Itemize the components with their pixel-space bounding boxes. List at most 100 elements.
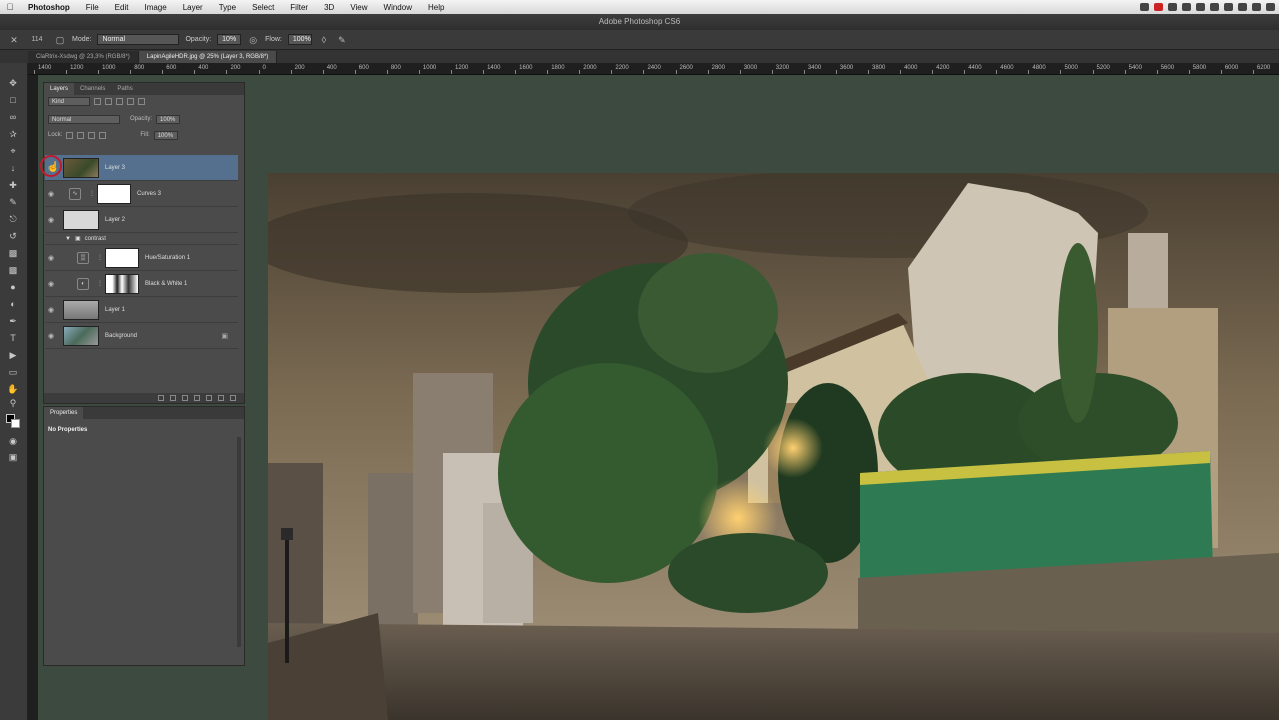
gradient-tool-icon[interactable]: ▩ bbox=[6, 264, 20, 277]
layer-mask-thumbnail[interactable] bbox=[105, 247, 139, 268]
quick-select-tool-icon[interactable]: ✰ bbox=[6, 128, 20, 141]
tab-properties[interactable]: Properties bbox=[44, 407, 84, 419]
visibility-eye-icon[interactable]: ◉ bbox=[45, 280, 57, 288]
alert-icon[interactable] bbox=[1154, 3, 1163, 11]
layer-row-black-white-1[interactable]: ◉ ◐ ⋮ Black & White 1 bbox=[45, 271, 238, 297]
brush-tool-icon[interactable]: ✎ bbox=[6, 196, 20, 209]
pressure-opacity-icon[interactable]: ◎ bbox=[247, 34, 259, 46]
menu-help[interactable]: Help bbox=[420, 3, 452, 12]
group-row-contrast[interactable]: ▼ ▣ contrast bbox=[45, 233, 238, 245]
flag-icon[interactable] bbox=[1238, 3, 1247, 11]
shape-tool-icon[interactable]: ▭ bbox=[6, 366, 20, 379]
lock-image-icon[interactable] bbox=[77, 131, 85, 139]
shape-filter-icon[interactable] bbox=[127, 97, 134, 105]
layer-mask-thumbnail[interactable] bbox=[97, 183, 131, 204]
blend-mode-select[interactable]: Normal bbox=[48, 114, 120, 124]
smart-object-filter-icon[interactable] bbox=[138, 97, 145, 105]
layer-row-layer-1[interactable]: ◉ Layer 1 bbox=[45, 297, 238, 323]
tab-document-1[interactable]: ClaRtrix-Xsdwg @ 23,3% (RGB/8*) bbox=[28, 51, 139, 63]
layer-mask-thumbnail[interactable] bbox=[105, 273, 139, 294]
background-color-swatch[interactable] bbox=[11, 419, 20, 428]
layer-row-curves-3[interactable]: ◉ ∿ ⋮ Curves 3 bbox=[45, 181, 238, 207]
group-name[interactable]: contrast bbox=[85, 236, 106, 242]
menu-view[interactable]: View bbox=[342, 3, 375, 12]
add-mask-icon[interactable] bbox=[182, 395, 188, 401]
lock-all-icon[interactable] bbox=[99, 131, 107, 139]
brush-size-preview[interactable]: 114 bbox=[26, 34, 48, 46]
menu-file[interactable]: File bbox=[78, 3, 107, 12]
brush-panel-icon[interactable]: ▢ bbox=[54, 34, 66, 46]
visibility-eye-icon[interactable]: ◉ bbox=[45, 216, 57, 224]
menu-filter[interactable]: Filter bbox=[282, 3, 316, 12]
opacity-field[interactable]: 10% bbox=[217, 34, 242, 45]
lock-position-icon[interactable] bbox=[88, 131, 96, 139]
type-tool-icon[interactable]: T bbox=[6, 332, 20, 345]
type-filter-icon[interactable] bbox=[116, 97, 123, 105]
tab-channels[interactable]: Channels bbox=[74, 83, 111, 95]
adjustment-filter-icon[interactable] bbox=[105, 97, 112, 105]
pressure-size-icon[interactable]: ✎ bbox=[336, 34, 348, 46]
move-tool-icon[interactable]: ✥ bbox=[6, 77, 20, 90]
crop-tool-icon[interactable]: ⌖ bbox=[6, 145, 20, 158]
battery-icon[interactable] bbox=[1224, 3, 1233, 11]
kind-filter-select[interactable]: Kind bbox=[48, 96, 90, 106]
layer-row-layer-3[interactable]: ◉ Layer 3 bbox=[45, 155, 238, 181]
visibility-eye-icon[interactable]: ◉ bbox=[45, 306, 57, 314]
clone-stamp-tool-icon[interactable]: ⎋ bbox=[6, 213, 20, 226]
new-layer-icon[interactable] bbox=[218, 395, 224, 401]
layer-name[interactable]: Background bbox=[105, 333, 137, 339]
wifi-icon[interactable] bbox=[1196, 3, 1205, 11]
tab-document-2[interactable]: LapinAgileHDR.jpg @ 25% (Layer 3, RGB/8*… bbox=[138, 51, 278, 63]
volume-icon[interactable] bbox=[1210, 3, 1219, 11]
layer-row-hue-saturation-1[interactable]: ◉ ▒ ⋮ Hue/Saturation 1 bbox=[45, 245, 238, 271]
menu-3d[interactable]: 3D bbox=[316, 3, 342, 12]
layer-name[interactable]: Hue/Saturation 1 bbox=[145, 255, 190, 261]
mode-select[interactable]: Normal bbox=[97, 34, 180, 45]
pen-tool-icon[interactable]: ✒ bbox=[6, 315, 20, 328]
fill-field[interactable]: 100% bbox=[153, 130, 178, 140]
new-adjustment-icon[interactable] bbox=[194, 395, 200, 401]
layer-name[interactable]: Layer 3 bbox=[105, 165, 125, 171]
layer-name[interactable]: Layer 1 bbox=[105, 307, 125, 313]
visibility-eye-icon[interactable]: ◉ bbox=[45, 190, 57, 198]
layer-row-layer-2[interactable]: ◉ Layer 2 bbox=[45, 207, 238, 233]
tab-paths[interactable]: Paths bbox=[111, 83, 138, 95]
dodge-tool-icon[interactable]: ◐ bbox=[6, 298, 20, 311]
history-brush-tool-icon[interactable]: ↺ bbox=[6, 230, 20, 243]
marquee-tool-icon[interactable]: □ bbox=[6, 94, 20, 107]
visibility-eye-icon[interactable]: ◉ bbox=[45, 332, 57, 340]
brush-tool-icon[interactable]: ✕ bbox=[8, 34, 20, 46]
menu-image[interactable]: Image bbox=[136, 3, 174, 12]
properties-scrollbar[interactable] bbox=[237, 437, 241, 647]
path-select-tool-icon[interactable]: ▶ bbox=[6, 349, 20, 362]
group-expand-icon[interactable]: ▼ bbox=[65, 236, 71, 242]
link-layers-icon[interactable] bbox=[158, 395, 164, 401]
apple-menu-icon[interactable]:  bbox=[0, 2, 20, 12]
hand-tool-icon[interactable]: ✋ bbox=[6, 383, 20, 396]
menu-layer[interactable]: Layer bbox=[175, 3, 211, 12]
menu-edit[interactable]: Edit bbox=[107, 3, 137, 12]
blur-tool-icon[interactable]: ● bbox=[6, 281, 20, 294]
time-machine-icon[interactable] bbox=[1168, 3, 1177, 11]
layer-style-icon[interactable] bbox=[170, 395, 176, 401]
eyedropper-tool-icon[interactable]: ↓ bbox=[6, 162, 20, 175]
quick-mask-icon[interactable]: ◉ bbox=[6, 435, 20, 448]
healing-tool-icon[interactable]: ✚ bbox=[6, 179, 20, 192]
tab-layers[interactable]: Layers bbox=[44, 83, 75, 95]
lock-pixels-icon[interactable] bbox=[66, 131, 74, 139]
menu-photoshop[interactable]: Photoshop bbox=[20, 3, 78, 12]
eraser-tool-icon[interactable]: ▩ bbox=[6, 247, 20, 260]
visibility-eye-icon[interactable]: ◉ bbox=[45, 254, 57, 262]
trash-icon[interactable] bbox=[230, 395, 236, 401]
pixel-filter-icon[interactable] bbox=[94, 97, 101, 105]
layer-name[interactable]: Layer 2 bbox=[105, 217, 125, 223]
layer-row-background[interactable]: ◉ Background ▣ bbox=[45, 323, 238, 349]
zoom-tool-icon[interactable]: ⚲ bbox=[6, 397, 20, 410]
menu-window[interactable]: Window bbox=[376, 3, 420, 12]
layer-opacity-field[interactable]: 100% bbox=[156, 114, 181, 124]
layer-name[interactable]: Black & White 1 bbox=[145, 281, 187, 287]
new-group-icon[interactable] bbox=[206, 395, 212, 401]
user-icon[interactable] bbox=[1252, 3, 1261, 11]
creative-cloud-icon[interactable] bbox=[1140, 3, 1149, 11]
screen-mode-icon[interactable]: ▣ bbox=[6, 451, 20, 464]
